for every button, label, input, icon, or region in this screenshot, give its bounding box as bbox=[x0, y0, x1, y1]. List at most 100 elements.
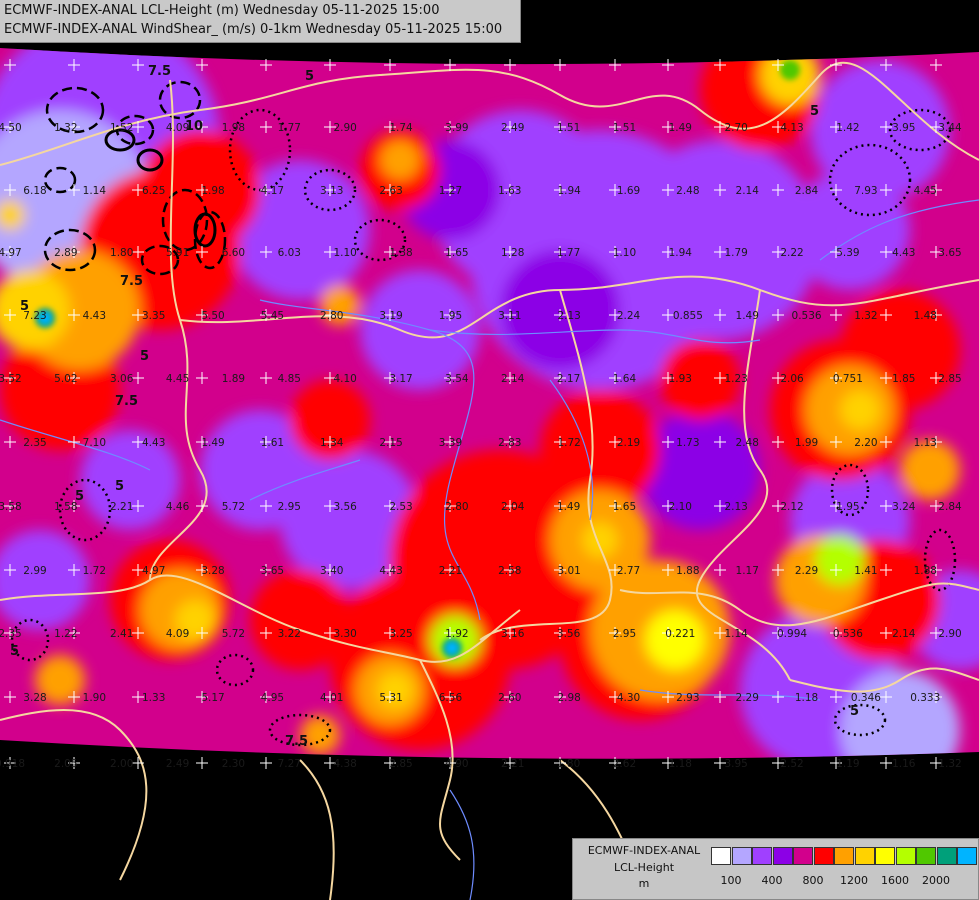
value-label: 1.14 bbox=[83, 185, 107, 197]
value-label: 1.32 bbox=[54, 122, 77, 134]
value-label: 2.05 bbox=[54, 758, 77, 770]
value-label: 3.65 bbox=[261, 565, 284, 577]
contour-label: 7.5 bbox=[285, 734, 308, 749]
value-label: 1.49 bbox=[736, 310, 759, 322]
value-label: 3.99 bbox=[445, 122, 468, 134]
value-label: 2.15 bbox=[379, 437, 402, 449]
legend-swatch bbox=[936, 847, 957, 865]
legend-tick-label: 2000 bbox=[922, 874, 950, 887]
value-label: 1.80 bbox=[557, 758, 580, 770]
value-label: 1.64 bbox=[613, 373, 637, 385]
value-label: 1.69 bbox=[617, 185, 640, 197]
value-label: 1.98 bbox=[201, 185, 224, 197]
value-label: 5.39 bbox=[836, 247, 859, 259]
value-label: 2.95 bbox=[613, 628, 636, 640]
value-label: 5.72 bbox=[222, 501, 245, 513]
value-label: 2.84 bbox=[938, 501, 962, 513]
contour-label: 7.5 bbox=[115, 394, 138, 409]
value-label: 4.09 bbox=[166, 628, 189, 640]
value-label: 7.27 bbox=[278, 758, 301, 770]
value-label: 2.12 bbox=[780, 501, 803, 513]
value-label: 4.30 bbox=[617, 692, 640, 704]
value-label: 1.98 bbox=[222, 122, 245, 134]
value-label: 3.24 bbox=[892, 501, 916, 513]
contour-label: 5 bbox=[140, 349, 149, 364]
value-label: 1.88 bbox=[676, 565, 699, 577]
contour-label: 5 bbox=[305, 69, 314, 84]
value-label: 7.93 bbox=[854, 185, 877, 197]
value-label: 2.41 bbox=[110, 628, 133, 640]
value-label: 1.14 bbox=[724, 628, 748, 640]
value-label: 2.19 bbox=[617, 437, 640, 449]
value-label: 0.855 bbox=[673, 310, 703, 322]
value-label: 6.18 bbox=[23, 185, 46, 197]
value-label: 1.63 bbox=[498, 185, 521, 197]
value-label: 4.45 bbox=[914, 185, 937, 197]
value-label: 4.46 bbox=[166, 501, 190, 513]
value-label: 2.13 bbox=[724, 501, 747, 513]
value-label: 0.751 bbox=[833, 373, 863, 385]
legend-tick-label: 1200 bbox=[840, 874, 868, 887]
legend-swatch bbox=[854, 847, 875, 865]
value-label: 2.13 bbox=[557, 310, 580, 322]
value-label: 2.89 bbox=[54, 247, 77, 259]
value-label: 1.65 bbox=[613, 501, 636, 513]
value-label: 2.90 bbox=[333, 122, 356, 134]
value-label: 2.21 bbox=[439, 565, 462, 577]
value-label: 4.43 bbox=[142, 437, 165, 449]
value-label: 2.14 bbox=[736, 185, 760, 197]
value-label: 2.21 bbox=[110, 501, 133, 513]
value-label: 1.51 bbox=[613, 122, 636, 134]
value-label: 2.85 bbox=[938, 373, 961, 385]
value-label: 0.536 bbox=[833, 628, 863, 640]
legend-swatch bbox=[711, 847, 731, 865]
legend-tick-label: 1600 bbox=[881, 874, 909, 887]
value-label: 1.93 bbox=[669, 373, 692, 385]
value-label: 5.50 bbox=[201, 310, 224, 322]
value-label: 6.56 bbox=[439, 692, 463, 704]
value-label: 2.84 bbox=[795, 185, 819, 197]
value-label: 1.32 bbox=[854, 310, 877, 322]
value-label: 4.38 bbox=[333, 758, 356, 770]
value-label: 3.44 bbox=[938, 122, 962, 134]
value-label: 1.13 bbox=[914, 437, 937, 449]
value-label: 2.10 bbox=[669, 501, 692, 513]
legend-swatch bbox=[895, 847, 916, 865]
legend-tick-label: 400 bbox=[761, 874, 783, 887]
map-title-box: ECMWF-INDEX-ANAL LCL-Height (m) Wednesda… bbox=[0, 0, 521, 43]
value-label: 7.10 bbox=[83, 437, 106, 449]
value-label: 1.34 bbox=[320, 437, 344, 449]
value-label: 3.39 bbox=[439, 437, 462, 449]
contour-label: 5 bbox=[75, 489, 84, 504]
value-label: 3.06 bbox=[110, 373, 134, 385]
value-label: 4.50 bbox=[0, 122, 22, 134]
value-label: 1.99 bbox=[795, 437, 818, 449]
value-label: 2.49 bbox=[501, 122, 524, 134]
value-label: 3.95 bbox=[892, 122, 915, 134]
value-label: 3.52 bbox=[0, 373, 22, 385]
value-label: 1.79 bbox=[724, 247, 747, 259]
value-label: 4.45 bbox=[166, 373, 189, 385]
value-label: 3.28 bbox=[23, 692, 46, 704]
value-label: 3.40 bbox=[320, 565, 343, 577]
value-label: 1.49 bbox=[669, 122, 692, 134]
value-label: 2.06 bbox=[780, 373, 804, 385]
value-label: 1.72 bbox=[83, 565, 106, 577]
contour-label: 7.5 bbox=[120, 274, 143, 289]
value-label: 2.52 bbox=[780, 758, 803, 770]
value-label: 4.90 bbox=[445, 758, 468, 770]
value-label: 3.01 bbox=[557, 565, 580, 577]
value-label: 1.48 bbox=[914, 310, 937, 322]
value-label: 1.80 bbox=[110, 247, 133, 259]
value-label: 1.51 bbox=[557, 122, 580, 134]
value-label: 1.95 bbox=[836, 501, 859, 513]
value-label: 4.95 bbox=[261, 692, 284, 704]
contour-label: 5 bbox=[850, 704, 859, 719]
value-label: 1.18 bbox=[669, 758, 692, 770]
value-label: 3.25 bbox=[389, 628, 412, 640]
value-label: 2.24 bbox=[617, 310, 641, 322]
value-label: 4.17 bbox=[261, 185, 284, 197]
contour-label: 5 bbox=[115, 479, 124, 494]
value-label: 1.74 bbox=[389, 122, 413, 134]
value-label: 2.35 bbox=[23, 437, 46, 449]
